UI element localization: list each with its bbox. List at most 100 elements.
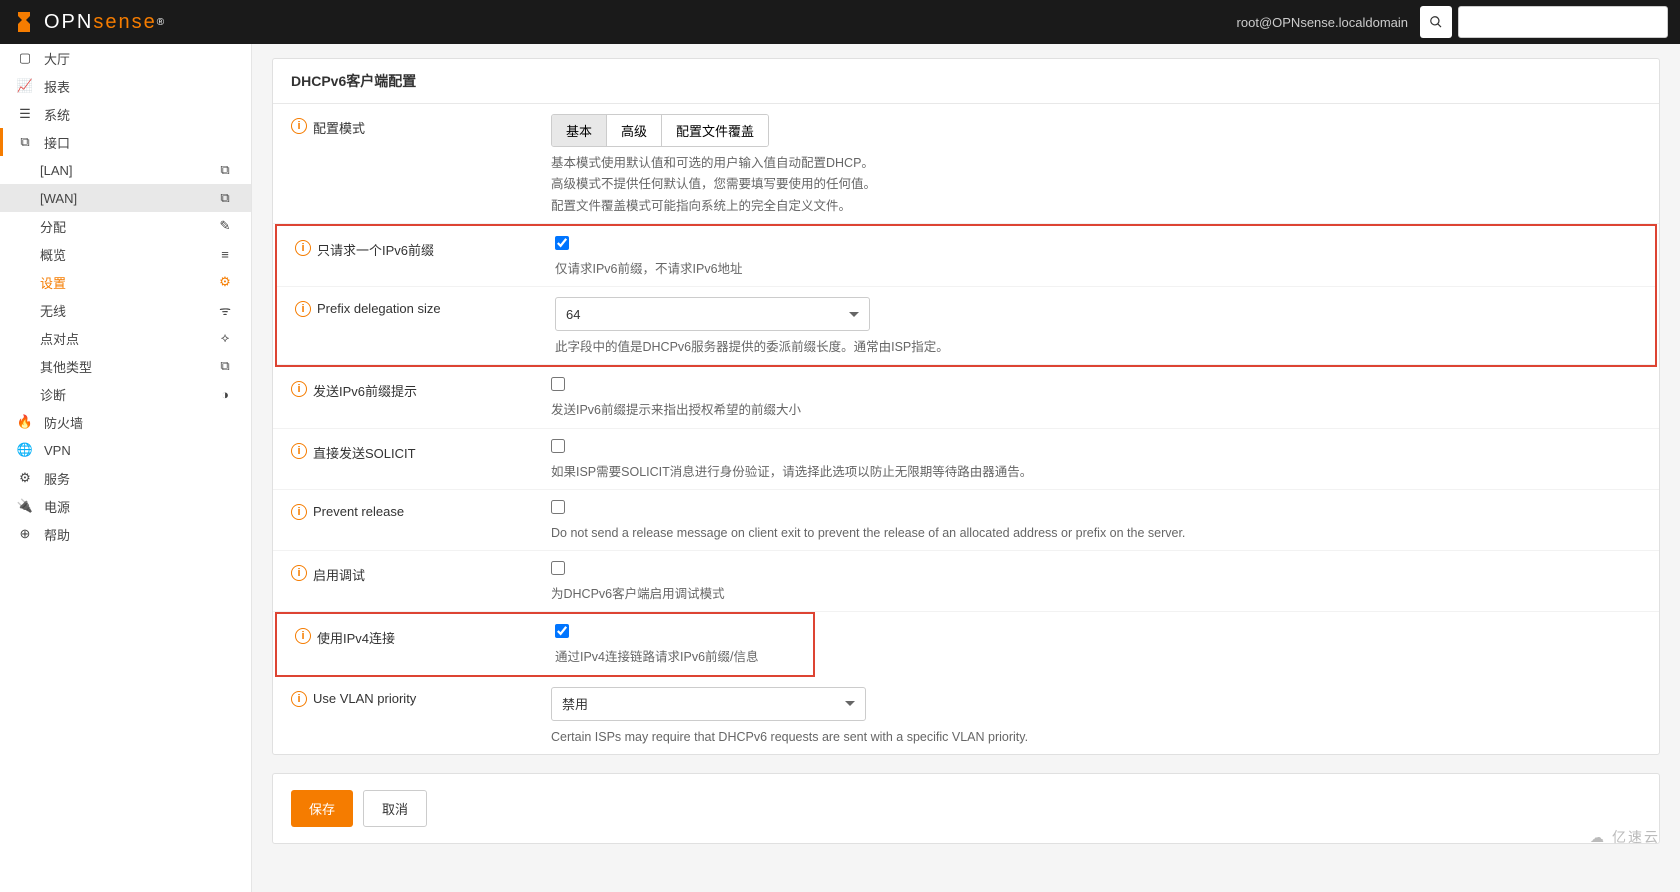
prefix-size-help: 此字段中的值是DHCPv6服务器提供的委派前缀长度。通常由ISP指定。 xyxy=(555,337,1637,358)
highlight-group-2: i使用IPv4连接 通过IPv4连接链路请求IPv6前缀/信息 xyxy=(275,612,815,676)
sidebar-overview[interactable]: 概览≡ xyxy=(0,240,251,268)
chevron-down-icon xyxy=(849,312,859,322)
sidebar-other[interactable]: 其他类型⧉ xyxy=(0,352,251,380)
mode-advanced-button[interactable]: 高级 xyxy=(607,115,662,146)
gear-icon: ⚙ xyxy=(16,470,34,486)
cancel-button[interactable]: 取消 xyxy=(363,790,427,827)
wifi-icon: ᯤ xyxy=(215,301,235,319)
info-icon[interactable]: i xyxy=(291,381,307,397)
sidebar-ptp[interactable]: 点对点⟡ xyxy=(0,324,251,352)
info-icon[interactable]: i xyxy=(291,565,307,581)
info-icon[interactable]: i xyxy=(291,691,307,707)
globe-icon: 🌐 xyxy=(16,442,34,458)
pencil-icon: ✎ xyxy=(215,218,235,234)
nav-power[interactable]: 🔌电源 xyxy=(0,492,251,520)
nav-lobby[interactable]: ▢大厅 xyxy=(0,44,251,72)
debug-help: 为DHCPv6客户端启用调试模式 xyxy=(551,584,1641,605)
chevron-down-icon xyxy=(845,701,855,711)
fire-icon: 🔥 xyxy=(16,414,34,430)
logo[interactable]: OPNsense® xyxy=(12,10,166,34)
save-button[interactable]: 保存 xyxy=(291,790,353,827)
brand-left: OPN xyxy=(44,11,93,34)
info-icon[interactable]: i xyxy=(291,118,307,134)
row-config-mode: i 配置模式 基本 高级 配置文件覆盖 基本模式使用默认值和可选的用户输入值自动配… xyxy=(273,104,1659,224)
label-config-mode: 配置模式 xyxy=(313,118,365,137)
nav-vpn[interactable]: 🌐VPN xyxy=(0,436,251,464)
solicit-help: 如果ISP需要SOLICIT消息进行身份验证，请选择此选项以防止无限期等待路由器… xyxy=(551,462,1641,483)
label-prefix-hint: 发送IPv6前缀提示 xyxy=(313,381,417,400)
sidebar-diag[interactable]: 诊断◑ xyxy=(0,380,251,408)
row-prefix-size: i Prefix delegation size 64 此字段中的值是DHCPv6… xyxy=(277,287,1655,365)
label-prevent: Prevent release xyxy=(313,504,404,519)
sitemap-icon: ⧉ xyxy=(16,134,34,150)
sidebar-lan[interactable]: [LAN]⧉ xyxy=(0,156,251,184)
nav-firewall[interactable]: 🔥防火墙 xyxy=(0,408,251,436)
sitemap-icon: ⧉ xyxy=(215,162,235,178)
prevent-help: Do not send a release message on client … xyxy=(551,523,1641,544)
plug-icon: 🔌 xyxy=(16,498,34,514)
topbar: OPNsense® root@OPNsense.localdomain xyxy=(0,0,1680,44)
panel-title: DHCPv6客户端配置 xyxy=(273,59,1659,104)
sidebar-wan[interactable]: [WAN]⧉ xyxy=(0,184,251,212)
vlan-help: Certain ISPs may require that DHCPv6 req… xyxy=(551,727,1641,748)
debug-checkbox[interactable] xyxy=(551,561,565,575)
cloud-icon: ☁ xyxy=(1590,829,1606,846)
highlight-group-1: i 只请求一个IPv6前缀 仅请求IPv6前缀，不请求IPv6地址 i Prefix… xyxy=(275,224,1657,368)
info-icon[interactable]: i xyxy=(291,504,307,520)
label-prefix-size: Prefix delegation size xyxy=(317,301,441,316)
nav-services[interactable]: ⚙服务 xyxy=(0,464,251,492)
actions-panel: 保存 取消 xyxy=(272,773,1660,844)
nav-reports[interactable]: 📈报表 xyxy=(0,72,251,100)
watermark: ☁亿速云 xyxy=(1590,827,1660,847)
vlan-select[interactable]: 禁用 xyxy=(551,687,866,721)
list-icon: ☰ xyxy=(16,106,34,122)
info-icon[interactable]: i xyxy=(291,443,307,459)
sitemap-icon: ⧉ xyxy=(215,190,235,206)
label-vlan: Use VLAN priority xyxy=(313,691,416,706)
sidebar-settings[interactable]: 设置⚙ xyxy=(0,268,251,296)
row-solicit: i 直接发送SOLICIT 如果ISP需要SOLICIT消息进行身份验证，请选择此… xyxy=(273,429,1659,490)
label-solicit: 直接发送SOLICIT xyxy=(313,443,416,462)
row-ipv4: i使用IPv4连接 通过IPv4连接链路请求IPv6前缀/信息 xyxy=(277,614,813,674)
hourglass-icon xyxy=(12,10,36,34)
nav-help[interactable]: ⊕帮助 xyxy=(0,520,251,548)
label-debug: 启用调试 xyxy=(313,565,365,584)
info-icon[interactable]: i xyxy=(295,628,311,644)
search-button[interactable] xyxy=(1420,6,1452,38)
bars-icon: ≡ xyxy=(215,247,235,262)
mode-help: 基本模式使用默认值和可选的用户输入值自动配置DHCP。 高级模式不提供任何默认值… xyxy=(551,153,1641,217)
mode-button-group: 基本 高级 配置文件覆盖 xyxy=(551,114,769,147)
prefix-hint-help: 发送IPv6前缀提示来指出授权希望的前缀大小 xyxy=(551,400,1641,421)
nav-system[interactable]: ☰系统 xyxy=(0,100,251,128)
info-icon[interactable]: i xyxy=(295,301,311,317)
gears-icon: ⚙ xyxy=(215,274,235,290)
only-prefix-help: 仅请求IPv6前缀，不请求IPv6地址 xyxy=(555,259,1637,280)
row-only-prefix: i 只请求一个IPv6前缀 仅请求IPv6前缀，不请求IPv6地址 xyxy=(277,226,1655,287)
mode-basic-button[interactable]: 基本 xyxy=(552,115,607,146)
sidebar-wireless[interactable]: 无线ᯤ xyxy=(0,296,251,324)
prevent-checkbox[interactable] xyxy=(551,500,565,514)
prefix-size-select[interactable]: 64 xyxy=(555,297,870,331)
chart-icon: 📈 xyxy=(16,78,34,94)
label-only-prefix: 只请求一个IPv6前缀 xyxy=(317,240,434,259)
solicit-checkbox[interactable] xyxy=(551,439,565,453)
only-prefix-checkbox[interactable] xyxy=(555,236,569,250)
row-prefix-hint: i 发送IPv6前缀提示 发送IPv6前缀提示来指出授权希望的前缀大小 xyxy=(273,367,1659,428)
dhcpv6-panel: DHCPv6客户端配置 i 配置模式 基本 高级 配置文件覆盖 基本模式使用默认值… xyxy=(272,58,1660,755)
prefix-hint-checkbox[interactable] xyxy=(551,377,565,391)
label-ipv4: 使用IPv4连接 xyxy=(317,628,395,647)
monitor-icon: ▢ xyxy=(16,50,34,66)
life-icon: ⊕ xyxy=(16,526,34,542)
brand-right: sense xyxy=(93,11,156,34)
mode-file-button[interactable]: 配置文件覆盖 xyxy=(662,115,768,146)
row-debug: i 启用调试 为DHCPv6客户端启用调试模式 xyxy=(273,551,1659,612)
user-label[interactable]: root@OPNsense.localdomain xyxy=(1237,15,1408,30)
nav-interfaces[interactable]: ⧉接口 xyxy=(0,128,251,156)
search-icon xyxy=(1429,15,1443,29)
sidebar-assign[interactable]: 分配✎ xyxy=(0,212,251,240)
info-icon[interactable]: i xyxy=(295,240,311,256)
search-input[interactable] xyxy=(1458,6,1668,38)
ipv4-checkbox[interactable] xyxy=(555,624,569,638)
row-prevent: i Prevent release Do not send a release m… xyxy=(273,490,1659,551)
sidebar: ▢大厅 📈报表 ☰系统 ⧉接口 [LAN]⧉ [WAN]⧉ 分配✎ 概览≡ 设置… xyxy=(0,44,252,892)
